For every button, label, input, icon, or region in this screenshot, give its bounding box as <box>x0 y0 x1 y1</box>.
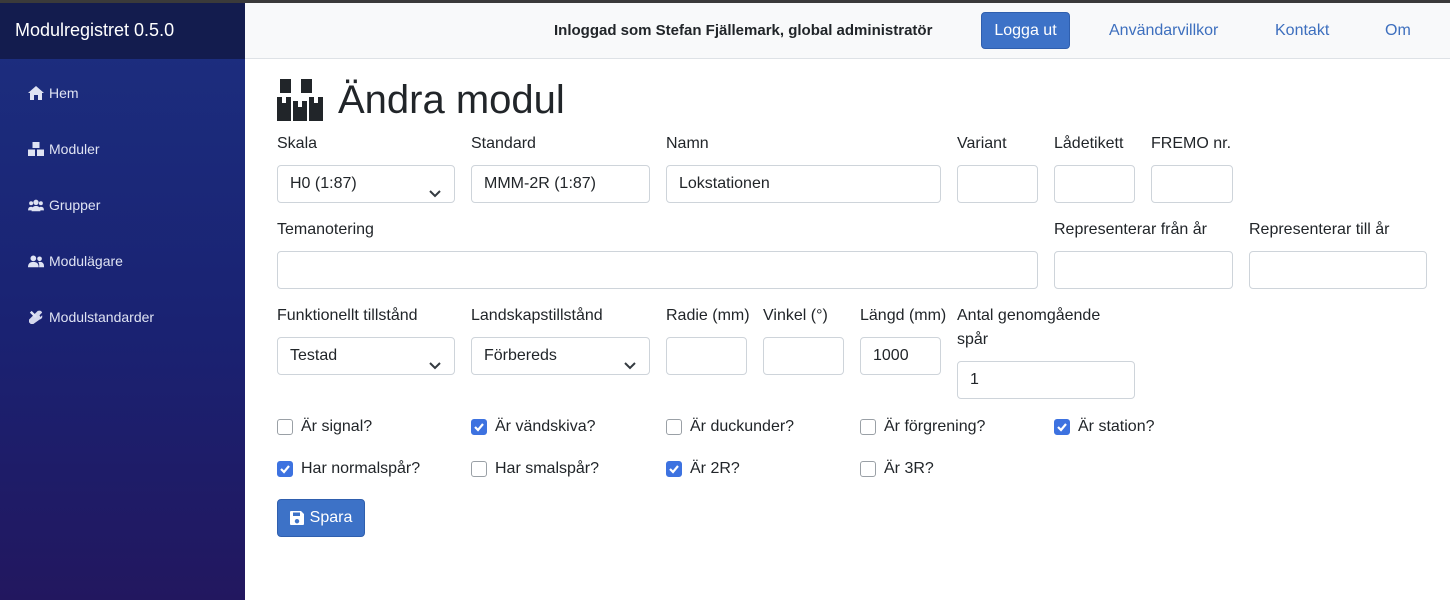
sidebar-item-label: Grupper <box>49 197 101 213</box>
users-icon <box>27 197 44 213</box>
checkbox-box[interactable] <box>666 419 682 435</box>
landskap-label: Landskapstillstånd <box>471 307 603 324</box>
sidebar-item-modulstandarder[interactable]: Modulstandarder <box>0 309 245 365</box>
checkbox-har-normalspar[interactable]: Har normalspår? <box>277 460 420 478</box>
sidebar-item-hem[interactable]: Hem <box>0 85 245 141</box>
checkbox-label: Är 3R? <box>884 460 934 477</box>
temanotering-input[interactable] <box>277 251 1038 289</box>
funktionellt-select[interactable]: Testad <box>277 337 455 375</box>
vinkel-label: Vinkel (°) <box>763 307 828 324</box>
sidebar-item-label: Modulstandarder <box>49 309 155 325</box>
funktionellt-label: Funktionellt tillstånd <box>277 307 418 324</box>
checkbox-ar-signal[interactable]: Är signal? <box>277 418 372 436</box>
chevron-down-icon <box>428 350 442 370</box>
fremo-input[interactable] <box>1151 165 1233 203</box>
checkmark-icon <box>1057 423 1067 432</box>
fremo-label: FREMO nr. <box>1151 135 1232 152</box>
main-content: Ändra modul Skala H0 (1:87) Standard Nam… <box>245 59 1450 600</box>
page-title: Ändra modul <box>338 78 565 122</box>
antal-spar-input[interactable] <box>957 361 1135 399</box>
antal-spar-label-line2: spår <box>957 331 989 348</box>
antal-spar-label-line1: Antal genomgående <box>957 307 1101 324</box>
checkbox-label: Är signal? <box>301 418 373 435</box>
vinkel-input[interactable] <box>763 337 844 375</box>
checkbox-label: Är förgrening? <box>884 418 986 435</box>
till-ar-input[interactable] <box>1249 251 1427 289</box>
radie-input[interactable] <box>666 337 747 375</box>
ladetikett-label: Lådetikett <box>1054 135 1124 152</box>
checkbox-box[interactable] <box>471 461 487 477</box>
home-icon <box>27 85 44 101</box>
landskap-select[interactable]: Förbereds <box>471 337 650 375</box>
terms-link[interactable]: Användarvillkor <box>1109 22 1218 40</box>
contact-link[interactable]: Kontakt <box>1275 22 1329 40</box>
variant-input[interactable] <box>957 165 1038 203</box>
page-header: Ändra modul <box>277 77 565 123</box>
save-label: Spara <box>309 509 353 526</box>
landskap-value: Förbereds <box>484 347 557 364</box>
checkbox-label: Är vändskiva? <box>495 418 596 435</box>
checkmark-icon <box>474 423 484 432</box>
checkbox-label: Är 2R? <box>690 460 740 477</box>
checkbox-box-checked[interactable] <box>1054 419 1070 435</box>
checkbox-ar-3r[interactable]: Är 3R? <box>860 460 934 478</box>
ladetikett-input[interactable] <box>1054 165 1135 203</box>
fran-ar-input[interactable] <box>1054 251 1233 289</box>
tools-icon <box>27 309 44 325</box>
boxes-icon <box>277 79 323 121</box>
till-ar-label: Representerar till år <box>1249 221 1390 238</box>
checkbox-ar-station[interactable]: Är station? <box>1054 418 1154 436</box>
checkbox-label: Har smalspår? <box>495 460 600 477</box>
checkbox-box[interactable] <box>860 419 876 435</box>
user-friends-icon <box>27 253 44 269</box>
about-link[interactable]: Om <box>1385 22 1411 40</box>
chevron-down-icon <box>623 350 637 370</box>
checkbox-box-checked[interactable] <box>666 461 682 477</box>
checkbox-ar-vandskiva[interactable]: Är vändskiva? <box>471 418 596 436</box>
namn-input[interactable] <box>666 165 941 203</box>
logged-in-user-text: Inloggad som Stefan Fjällemark, global a… <box>554 22 933 39</box>
checkbox-ar-duckunder[interactable]: Är duckunder? <box>666 418 794 436</box>
sidebar-item-modulagare[interactable]: Modulägare <box>0 253 245 309</box>
sidebar-item-label: Hem <box>49 85 79 101</box>
sidebar-item-label: Modulägare <box>49 253 123 269</box>
checkbox-box-checked[interactable] <box>277 461 293 477</box>
skala-value: H0 (1:87) <box>290 175 357 192</box>
app-title[interactable]: Modulregistret 0.5.0 <box>0 3 245 59</box>
standard-label: Standard <box>471 135 536 152</box>
chevron-down-icon <box>428 178 442 198</box>
sidebar-item-grupper[interactable]: Grupper <box>0 197 245 253</box>
sidebar-nav: Hem Moduler Grupper Modulägare Modulstan… <box>0 59 245 365</box>
langd-input[interactable] <box>860 337 941 375</box>
checkbox-label: Är station? <box>1078 418 1155 435</box>
checkbox-box[interactable] <box>860 461 876 477</box>
checkmark-icon <box>669 465 679 474</box>
namn-label: Namn <box>666 135 709 152</box>
skala-label: Skala <box>277 135 318 152</box>
save-button[interactable]: Spara <box>277 499 365 537</box>
checkbox-har-smalspar[interactable]: Har smalspår? <box>471 460 599 478</box>
checkbox-ar-forgrening[interactable]: Är förgrening? <box>860 418 985 436</box>
temanotering-label: Temanotering <box>277 221 374 238</box>
radie-label: Radie (mm) <box>666 307 750 324</box>
boxes-icon <box>27 141 44 157</box>
checkbox-box-checked[interactable] <box>471 419 487 435</box>
funktionellt-value: Testad <box>290 347 338 364</box>
checkmark-icon <box>280 465 290 474</box>
floppy-disk-icon <box>289 511 304 525</box>
checkbox-label: Är duckunder? <box>690 418 795 435</box>
standard-input[interactable] <box>471 165 650 203</box>
sidebar-item-moduler[interactable]: Moduler <box>0 141 245 197</box>
langd-label: Längd (mm) <box>860 307 947 324</box>
variant-label: Variant <box>957 135 1007 152</box>
checkbox-ar-2r[interactable]: Är 2R? <box>666 460 740 478</box>
sidebar-item-label: Moduler <box>49 141 100 157</box>
fran-ar-label: Representerar från år <box>1054 221 1207 238</box>
checkbox-label: Har normalspår? <box>301 460 421 477</box>
sidebar: Modulregistret 0.5.0 Hem Moduler Grupper… <box>0 3 245 600</box>
checkbox-box[interactable] <box>277 419 293 435</box>
logout-button[interactable]: Logga ut <box>981 12 1070 49</box>
skala-select[interactable]: H0 (1:87) <box>277 165 455 203</box>
top-navbar: Inloggad som Stefan Fjällemark, global a… <box>245 3 1450 59</box>
